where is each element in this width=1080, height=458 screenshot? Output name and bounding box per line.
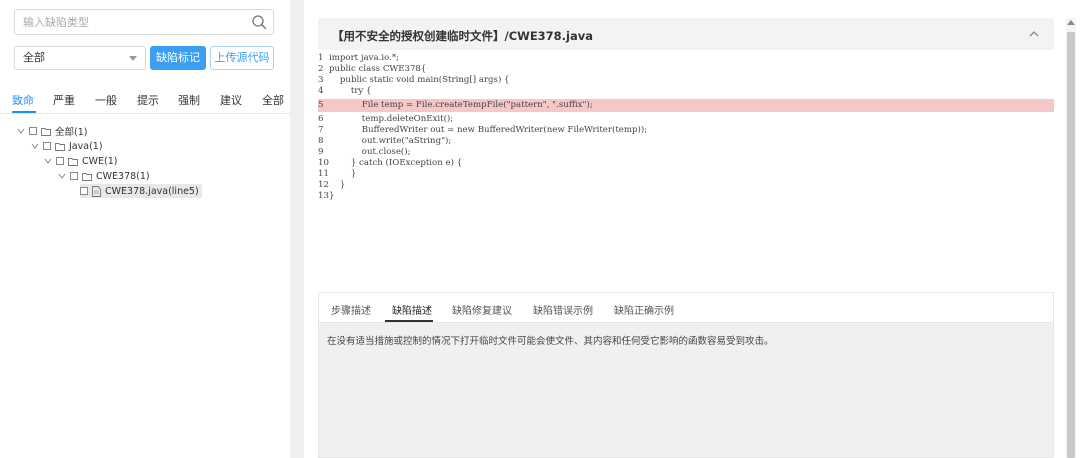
code-line: 12 } — [318, 180, 1054, 191]
code-line: 6 temp.deleteOnExit(); — [318, 114, 1054, 125]
folder-icon — [41, 127, 51, 136]
code-title: 【用不安全的授权创建临时文件】/CWE378.java — [332, 29, 594, 43]
tree-checkbox[interactable] — [80, 187, 88, 195]
tree-folder-node[interactable]: CWE378(1) — [57, 169, 150, 183]
line-number: 12 — [318, 180, 329, 190]
active-tab-indicator — [12, 111, 36, 113]
folder-icon — [82, 172, 92, 181]
search-input[interactable] — [15, 10, 243, 34]
code-line: 3 public static void main(String[] args)… — [318, 75, 1054, 86]
right-panel: 【用不安全的授权创建临时文件】/CWE378.java 1 import java… — [304, 0, 1080, 458]
line-number: 1 — [318, 53, 324, 63]
line-number: 4 — [318, 86, 324, 96]
chevron-down-icon[interactable] — [30, 141, 40, 151]
detail-tabs: 步骤描述 缺陷描述 缺陷修复建议 缺陷错误示例 缺陷正确示例 — [319, 293, 1053, 323]
chevron-down-icon[interactable] — [43, 156, 53, 166]
code-text: out.close(); — [329, 147, 411, 157]
severity-select-value: 全部 — [23, 51, 45, 64]
upload-source-button[interactable]: 上传源代码 — [210, 46, 274, 70]
tab-detail-4[interactable]: 缺陷正确示例 — [614, 302, 674, 317]
left-panel: 全部 缺陷标记 上传源代码 致命 严重 一般 提示 强制 建议 全部 全部(1) Java(1… — [0, 0, 290, 458]
line-number: 13 — [318, 191, 329, 201]
line-number: 6 — [318, 114, 324, 124]
tree-node-label: Java(1) — [69, 140, 103, 152]
code-line: 13} — [318, 191, 1054, 202]
vertical-scrollbar[interactable] — [1066, 18, 1076, 458]
tab-detail-1[interactable]: 缺陷描述 — [392, 302, 432, 317]
code-line-highlighted: 5 File temp = File.createTempFile("patte… — [318, 99, 1054, 112]
severity-select[interactable]: 全部 — [14, 46, 146, 70]
code-header[interactable]: 【用不安全的授权创建临时文件】/CWE378.java — [318, 18, 1054, 50]
tab-severity-6[interactable]: 全部 — [262, 92, 284, 108]
code-line: 2 public class CWE378{ — [318, 64, 1054, 75]
scrollbar-thumb[interactable] — [1067, 32, 1075, 458]
chevron-down-icon — [129, 56, 137, 61]
code-text: temp.deleteOnExit(); — [329, 114, 454, 124]
tree-checkbox[interactable] — [29, 127, 37, 135]
tree-checkbox[interactable] — [70, 172, 78, 180]
code-text: out.write("aString"); — [329, 136, 452, 146]
line-number: 3 — [318, 75, 324, 85]
code-text: } — [329, 180, 346, 190]
tree-checkbox[interactable] — [43, 142, 51, 150]
line-number: 7 — [318, 125, 324, 135]
line-number: 5 — [318, 100, 324, 110]
active-detail-tab-indicator — [385, 320, 433, 322]
detail-panel: 步骤描述 缺陷描述 缺陷修复建议 缺陷错误示例 缺陷正确示例 在没有适当措施或控制的情况… — [318, 292, 1054, 458]
tab-severity-0[interactable]: 致命 — [12, 92, 34, 108]
file-icon — [92, 185, 101, 197]
code-text: File temp = File.createTempFile("pattern… — [329, 100, 593, 110]
code-text: } — [329, 169, 357, 179]
folder-icon — [68, 157, 78, 166]
tree-node-label: CWE378(1) — [96, 170, 150, 182]
code-text: BufferedWriter out = new BufferedWriter(… — [329, 125, 648, 135]
app-root: 全部 缺陷标记 上传源代码 致命 严重 一般 提示 强制 建议 全部 全部(1) Java(1… — [0, 0, 1080, 458]
defect-description-text: 在没有适当措施或控制的情况下打开临时文件可能会使文件、其内容和任何受它影响的函数… — [327, 336, 774, 347]
tree-node-label: CWE(1) — [82, 155, 118, 167]
tab-detail-3[interactable]: 缺陷错误示例 — [533, 302, 593, 317]
code-text: } — [329, 191, 335, 201]
code-text: import java.io.*; — [329, 53, 400, 63]
tab-severity-3[interactable]: 提示 — [137, 92, 159, 108]
code-line: 9 out.close(); — [318, 147, 1054, 158]
tab-severity-2[interactable]: 一般 — [95, 92, 117, 108]
folder-icon — [55, 142, 65, 151]
tab-severity-1[interactable]: 严重 — [53, 92, 75, 108]
search-icon[interactable] — [251, 14, 267, 30]
line-number: 10 — [318, 158, 329, 168]
code-line: 8 out.write("aString"); — [318, 136, 1054, 147]
severity-tabs: 致命 严重 一般 提示 强制 建议 全部 — [0, 86, 290, 114]
line-number: 2 — [318, 64, 324, 74]
tab-severity-4[interactable]: 强制 — [178, 92, 200, 108]
tree-folder-node[interactable]: Java(1) — [30, 139, 103, 153]
code-text: try { — [329, 86, 372, 96]
scroll-up-icon[interactable] — [1067, 20, 1075, 25]
code-line: 1 import java.io.*; — [318, 53, 1054, 64]
tree-folder-node[interactable]: 全部(1) — [16, 124, 87, 138]
chevron-down-icon[interactable] — [16, 126, 26, 136]
code-text: public class CWE378{ — [329, 64, 427, 74]
tab-detail-2[interactable]: 缺陷修复建议 — [452, 302, 512, 317]
line-number: 9 — [318, 147, 324, 157]
tree-folder-node[interactable]: CWE(1) — [43, 154, 118, 168]
chevron-down-icon[interactable] — [57, 171, 67, 181]
search-box — [14, 9, 274, 35]
code-line: 7 BufferedWriter out = new BufferedWrite… — [318, 125, 1054, 136]
chevron-up-icon[interactable] — [1028, 29, 1040, 39]
tree-node-label: 全部(1) — [55, 127, 88, 138]
tab-detail-0[interactable]: 步骤描述 — [331, 302, 371, 317]
tree-checkbox[interactable] — [56, 157, 64, 165]
defect-mark-button[interactable]: 缺陷标记 — [150, 46, 206, 70]
line-number: 11 — [318, 169, 329, 179]
code-text: } catch (IOException e) { — [329, 158, 463, 168]
line-number: 8 — [318, 136, 324, 146]
code-line: 4 try { — [318, 86, 1054, 97]
code-line: 10 } catch (IOException e) { — [318, 158, 1054, 169]
tree-file-node[interactable]: CWE378.java(line5) — [80, 184, 202, 198]
code-line: 11 } — [318, 169, 1054, 180]
tree-node-label: CWE378.java(line5) — [105, 185, 199, 197]
tab-severity-5[interactable]: 建议 — [220, 92, 242, 108]
code-view: 1 import java.io.*; 2 public class CWE378{3… — [318, 53, 1054, 202]
code-text: public static void main(String[] args) { — [329, 75, 510, 85]
